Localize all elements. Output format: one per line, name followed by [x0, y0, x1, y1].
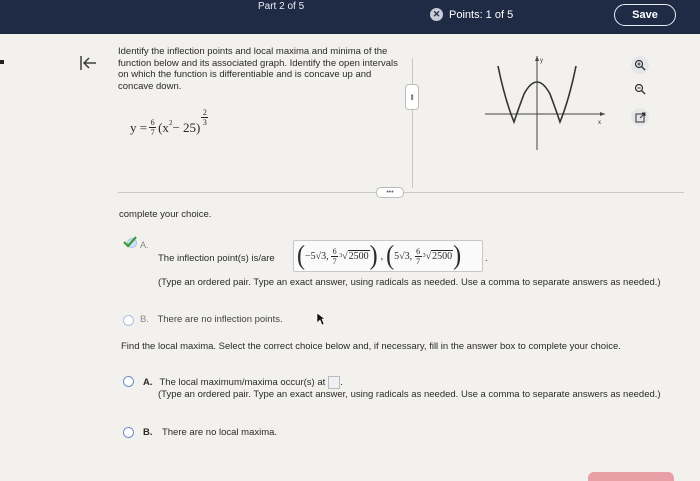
- zoom-out-icon: [634, 83, 646, 95]
- maxima-answer-input[interactable]: [328, 376, 341, 389]
- formula-exponent: 2 3: [201, 108, 209, 127]
- option-b-text: There are no inflection points.: [157, 314, 283, 325]
- exp-denominator: 3: [202, 118, 207, 127]
- selected-check-icon[interactable]: [123, 235, 139, 253]
- zoom-in-icon: [634, 59, 646, 71]
- open-external-button[interactable]: [631, 108, 649, 126]
- coef-denominator: 7: [150, 128, 155, 137]
- points-label: Points: 1 of 5: [449, 8, 514, 21]
- problem-statement: Identify the inflection points and local…: [118, 46, 398, 92]
- formula-base: (x: [158, 119, 169, 135]
- edge-mark: [0, 60, 4, 64]
- vertical-divider: [412, 58, 413, 188]
- coef-numerator: 6: [150, 118, 155, 127]
- maxima-option-a-end: .: [340, 377, 343, 388]
- part-label: Part 2 of 5: [258, 1, 305, 12]
- maxima-option-b-letter: B.: [143, 427, 153, 438]
- inflection-label: The inflection point(s) is/are: [158, 253, 275, 264]
- point-2-coef-num: 6: [416, 246, 421, 256]
- section-resize-handle[interactable]: •••: [376, 187, 404, 198]
- inflection-point-1: ( −5√3, 6 7 3 √ 2500 ): [297, 241, 378, 271]
- point-2-coef: 6 7: [414, 246, 422, 266]
- inflection-hint: (Type an ordered pair. Type an exact ans…: [158, 277, 661, 288]
- complete-prompt: complete your choice.: [119, 209, 212, 220]
- exp-numerator: 2: [202, 108, 207, 117]
- option-a-letter: A.: [140, 240, 149, 250]
- maxima-option-b[interactable]: B. There are no local maxima.: [143, 427, 277, 438]
- answer-end-period: .: [485, 253, 488, 264]
- option-b[interactable]: B. There are no inflection points.: [140, 314, 283, 325]
- function-graph: y x: [480, 52, 610, 152]
- maxima-option-a-radio[interactable]: [123, 376, 134, 387]
- mouse-cursor-icon: [316, 312, 326, 331]
- point-1-x: −5√3: [305, 250, 327, 262]
- inflection-answer-box[interactable]: ( −5√3, 6 7 3 √ 2500 ) , ( 5√3, 6 7 3 √ 2500…: [293, 240, 483, 272]
- point-1-radicand: 2500: [347, 250, 370, 262]
- zoom-out-button[interactable]: [631, 80, 649, 98]
- graph-y-label: y: [540, 58, 543, 64]
- formula-coefficient: 6 7: [149, 118, 157, 137]
- answer-separator: ,: [380, 250, 384, 262]
- panel-resize-handle[interactable]: •••: [405, 84, 419, 110]
- maxima-hint: (Type an ordered pair. Type an exact ans…: [158, 389, 661, 400]
- external-link-icon: [635, 112, 645, 122]
- header-bar: Part 2 of 5 ✕ Points: 1 of 5 Save: [0, 0, 700, 34]
- maxima-option-b-radio[interactable]: [123, 427, 134, 438]
- maxima-prompt: Find the local maxima. Select the correc…: [121, 341, 621, 352]
- formula-square: 2: [168, 118, 173, 127]
- point-2-radicand: 2500: [431, 250, 454, 262]
- maxima-option-a-letter: A.: [143, 377, 153, 388]
- point-1-coef: 6 7: [331, 246, 339, 266]
- inflection-point-2: ( 5√3, 6 7 3 √ 2500 ): [386, 241, 462, 271]
- maxima-option-a[interactable]: A. The local maximum/maxima occur(s) at …: [143, 376, 343, 389]
- maxima-option-a-text: The local maximum/maxima occur(s) at: [159, 377, 326, 388]
- graph-x-label: x: [598, 120, 601, 126]
- point-2-x: 5√3: [394, 250, 410, 262]
- points-indicator: ✕ Points: 1 of 5: [430, 8, 513, 21]
- zoom-in-button[interactable]: [631, 56, 649, 74]
- formula-rest: − 25): [172, 119, 201, 135]
- maxima-option-b-text: There are no local maxima.: [161, 427, 278, 438]
- bottom-action-button[interactable]: [588, 472, 674, 481]
- points-icon: ✕: [430, 8, 443, 21]
- point-1-root-index: 3: [339, 253, 343, 259]
- point-2-coef-den: 7: [416, 256, 421, 266]
- formula-lhs: y =: [130, 119, 148, 135]
- point-2-root-index: 3: [422, 253, 426, 259]
- back-to-start-icon[interactable]: [78, 54, 98, 72]
- option-b-letter: B.: [140, 314, 149, 325]
- save-button[interactable]: Save: [614, 4, 676, 26]
- point-1-coef-num: 6: [332, 246, 337, 256]
- function-formula: y = 6 7 (x 2 − 25) 2 3: [130, 108, 209, 137]
- option-b-radio[interactable]: [123, 315, 134, 326]
- point-1-coef-den: 7: [332, 256, 337, 266]
